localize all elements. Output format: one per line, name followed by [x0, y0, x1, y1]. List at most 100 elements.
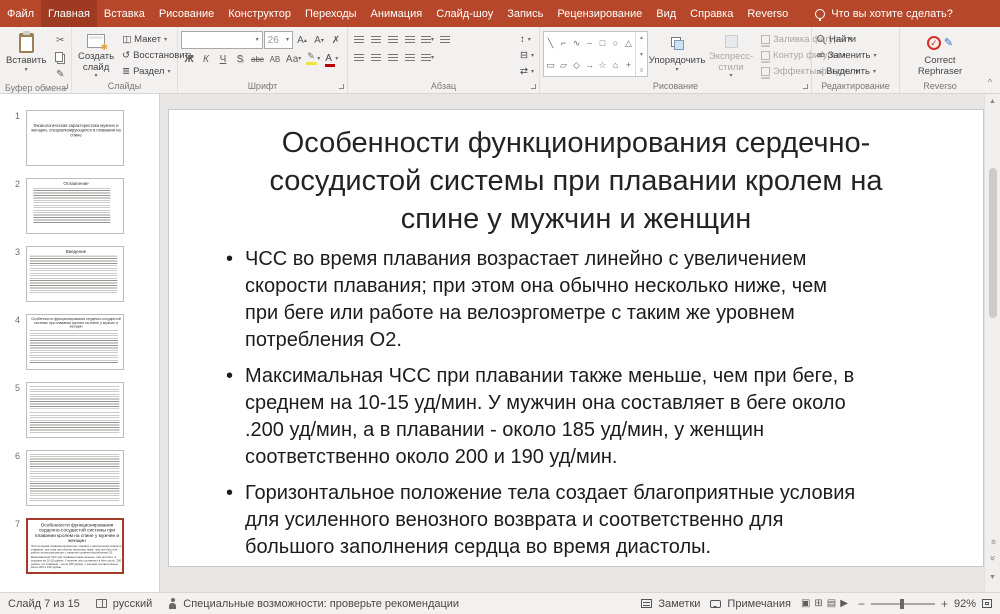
italic-button[interactable]: К — [198, 51, 214, 67]
clear-formatting-button[interactable]: ✗ — [328, 32, 344, 48]
thumbnail-slide-6[interactable] — [26, 450, 124, 506]
notes-toggle[interactable]: Заметки — [641, 598, 700, 610]
zoom-slider[interactable] — [871, 603, 935, 605]
shape-plus-icon[interactable]: + — [622, 54, 635, 76]
line-spacing-button[interactable]: ▾ — [419, 32, 436, 48]
previous-slide-button[interactable]: « — [989, 539, 997, 545]
increase-indent-button[interactable] — [402, 32, 418, 48]
align-left-button[interactable] — [351, 50, 367, 66]
quick-styles-button[interactable]: Экспресс-стили ▾ — [706, 29, 756, 79]
slide-bullet[interactable]: Максимальная ЧСС при плавании также мень… — [226, 363, 857, 471]
cut-button[interactable]: ✂ — [52, 32, 68, 48]
tab-reverso[interactable]: Reverso — [740, 0, 795, 27]
tab-slideshow[interactable]: Слайд-шоу — [429, 0, 500, 27]
shape-rectangle-icon[interactable]: □ — [596, 32, 609, 54]
align-text-button[interactable]: ⊟▾ — [518, 48, 536, 63]
dialog-launcher-icon[interactable] — [531, 84, 536, 89]
font-name-combo[interactable]: ▾ — [181, 31, 263, 49]
slide-sorter-view-button[interactable]: ⊞ — [814, 598, 822, 609]
shape-home-icon[interactable]: ⌂ — [609, 54, 622, 76]
collapse-ribbon-icon[interactable]: ^ — [988, 77, 992, 87]
shapes-more-icon[interactable]: ≡ — [640, 68, 644, 74]
numbering-button[interactable] — [368, 32, 384, 48]
shape-line-icon[interactable]: ╲ — [544, 32, 557, 54]
shapes-gallery[interactable]: ╲ ⌐ ∿ ⌣ □ ○ △ ▭ ▱ ◇ → ☆ ⌂ + — [543, 31, 648, 77]
shape-parallelogram-icon[interactable]: ▱ — [557, 54, 570, 76]
change-case-button[interactable]: Аа▾ — [284, 51, 303, 67]
shape-elbow-icon[interactable]: ⌐ — [557, 32, 570, 54]
highlight-color-button[interactable]: ▾ — [304, 51, 322, 67]
paste-button[interactable]: Вставить ▾ — [3, 29, 49, 79]
scrollbar-thumb[interactable] — [989, 168, 997, 318]
dialog-launcher-icon[interactable] — [803, 84, 808, 89]
tab-file[interactable]: Файл — [0, 0, 41, 27]
align-right-button[interactable] — [385, 50, 401, 66]
slide-number-indicator[interactable]: Слайд 7 из 15 — [8, 598, 80, 610]
character-spacing-button[interactable]: АВ — [267, 51, 283, 67]
zoom-level[interactable]: 92% — [954, 598, 976, 610]
zoom-in-button[interactable]: + — [941, 597, 948, 611]
shrink-font-button[interactable]: А▾ — [311, 32, 327, 48]
tab-review[interactable]: Рецензирование — [550, 0, 649, 27]
shape-curve-icon[interactable]: ∿ — [570, 32, 583, 54]
add-remove-columns-button[interactable]: ▾ — [419, 50, 436, 66]
scroll-up-icon[interactable]: ▲ — [989, 94, 996, 108]
slide-title-textbox[interactable]: Особенности функционирования сердечно-со… — [236, 124, 916, 238]
reading-view-button[interactable]: ▤ — [827, 598, 836, 609]
new-slide-button[interactable]: Создать слайд ▾ — [75, 29, 117, 79]
decrease-indent-button[interactable] — [385, 32, 401, 48]
copy-button[interactable] — [52, 49, 68, 65]
shape-star-icon[interactable]: ☆ — [596, 54, 609, 76]
text-shadow-button[interactable]: S — [232, 51, 248, 67]
scroll-down-icon[interactable]: ▼ — [989, 570, 996, 584]
normal-view-button[interactable]: ▣ — [801, 598, 810, 609]
spell-check-icon[interactable] — [96, 599, 107, 608]
shape-arc-icon[interactable]: ⌣ — [583, 32, 596, 54]
thumbnail-slide-3[interactable]: Введение — [26, 246, 124, 302]
tab-design[interactable]: Конструктор — [221, 0, 298, 27]
slideshow-view-button[interactable]: ▶ — [840, 598, 848, 609]
dialog-launcher-icon[interactable] — [339, 84, 344, 89]
find-button[interactable]: Найти — [815, 32, 896, 47]
dialog-launcher-icon[interactable] — [63, 84, 68, 89]
tell-me-search[interactable]: Что вы хотите сделать? — [805, 0, 963, 27]
shape-diamond-icon[interactable]: ◇ — [570, 54, 583, 76]
accessibility-status[interactable]: Специальные возможности: проверьте реком… — [183, 598, 459, 610]
zoom-slider-thumb[interactable] — [900, 599, 904, 609]
tab-transitions[interactable]: Переходы — [298, 0, 364, 27]
bold-button[interactable]: Ж — [181, 51, 197, 67]
thumbnail-slide-2[interactable]: Оглавление — [26, 178, 124, 234]
tab-view[interactable]: Вид — [649, 0, 683, 27]
shapes-scroll-up-icon[interactable]: ▴ — [640, 34, 643, 41]
replace-button[interactable]: abЗаменить▾ — [815, 48, 896, 63]
grow-font-button[interactable]: А▴ — [294, 32, 310, 48]
vertical-scrollbar[interactable]: ▲ « « ▼ — [984, 94, 1000, 592]
slide-body-textbox[interactable]: ЧСС во время плавания возрастает линейно… — [226, 246, 866, 561]
arrange-button[interactable]: Упорядочить ▾ — [651, 29, 703, 79]
shape-triangle-icon[interactable]: △ — [622, 32, 635, 54]
columns-button[interactable] — [437, 32, 453, 48]
strikethrough-button[interactable]: abc — [249, 51, 266, 67]
format-painter-button[interactable]: ✎ — [52, 66, 68, 82]
zoom-out-button[interactable]: − — [858, 597, 865, 611]
language-indicator[interactable]: русский — [113, 598, 152, 610]
fit-to-window-icon[interactable] — [982, 599, 992, 608]
select-button[interactable]: ▻Выделить▾ — [815, 64, 896, 79]
shape-rect2-icon[interactable]: ▭ — [544, 54, 557, 76]
correct-rephraser-button[interactable]: ✓✎ Correct Rephraser — [903, 29, 977, 79]
shape-arrow-icon[interactable]: → — [583, 54, 596, 76]
tab-home[interactable]: Главная — [41, 0, 97, 27]
tab-animations[interactable]: Анимация — [364, 0, 430, 27]
font-color-button[interactable]: А▾ — [323, 51, 340, 67]
tab-insert[interactable]: Вставка — [97, 0, 152, 27]
convert-smartart-button[interactable]: ⇄▾ — [518, 64, 536, 79]
thumbnail-slide-4[interactable]: Особенности функционирования сердечно-со… — [26, 314, 124, 370]
tab-draw[interactable]: Рисование — [152, 0, 221, 27]
shape-oval-icon[interactable]: ○ — [609, 32, 622, 54]
justify-button[interactable] — [402, 50, 418, 66]
thumbnail-slide-1[interactable]: Физиологическая характеристика мужчин и … — [26, 110, 124, 166]
next-slide-button[interactable]: « — [989, 555, 997, 561]
slide-bullet[interactable]: ЧСС во время плавания возрастает линейно… — [226, 246, 857, 354]
slide-bullet[interactable]: Горизонтальное положение тела создает бл… — [226, 480, 857, 561]
tab-record[interactable]: Запись — [500, 0, 550, 27]
